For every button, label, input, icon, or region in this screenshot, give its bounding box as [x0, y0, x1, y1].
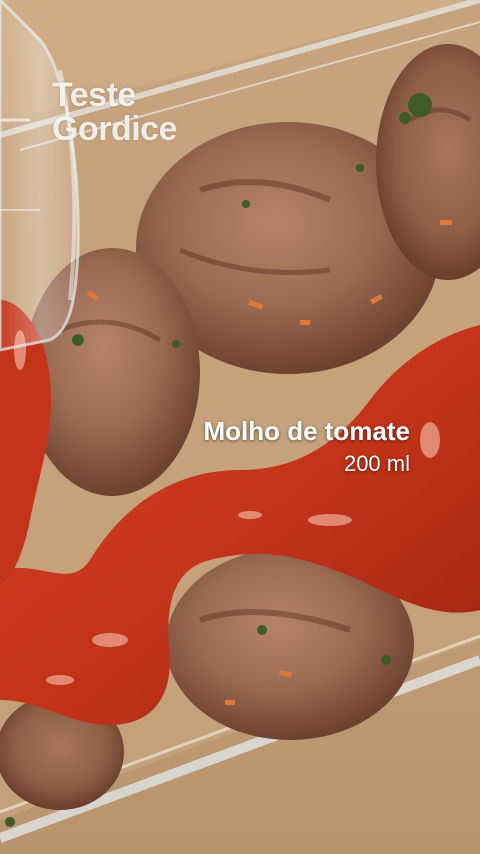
brand-watermark: Teste Gordice [52, 78, 177, 146]
watermark-line-2: Gordice [52, 110, 177, 148]
ingredient-name: Molho de tomate [203, 416, 410, 446]
watermark-line-1: Teste [52, 76, 136, 114]
ingredient-caption: Molho de tomate 200 ml [203, 414, 410, 478]
ingredient-quantity: 200 ml [343, 451, 410, 476]
